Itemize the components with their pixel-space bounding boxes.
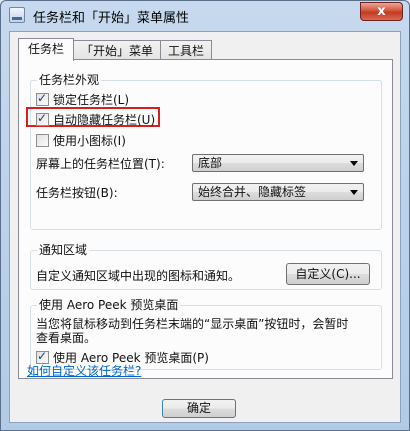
taskbar-tab-panel: 任务栏外观 锁定任务栏(L) 自动隐藏任务栏(U) 使用小图标(I) 屏幕上的任… bbox=[18, 59, 393, 379]
customize-button[interactable]: 自定义(C)... bbox=[286, 263, 370, 285]
title-bar[interactable]: 任务栏和「开始」菜单属性 x bbox=[1, 1, 409, 29]
ok-button[interactable]: 确定 bbox=[162, 399, 236, 418]
close-button[interactable]: x bbox=[360, 2, 403, 21]
tab-toolbars[interactable]: 工具栏 bbox=[160, 40, 213, 60]
taskbar-buttons-value: 始终合并、隐藏标签 bbox=[198, 185, 307, 199]
taskbar-buttons-dropdown[interactable]: 始终合并、隐藏标签 bbox=[192, 183, 364, 201]
notification-area-label: 通知区域 bbox=[37, 243, 90, 257]
lock-taskbar-option[interactable]: 锁定任务栏(L) bbox=[36, 91, 129, 108]
taskbar-location-value: 底部 bbox=[198, 156, 223, 170]
tab-start-menu[interactable]: 「开始」菜单 bbox=[73, 40, 162, 60]
taskbar-app-icon bbox=[9, 7, 25, 23]
taskbar-location-label: 屏幕上的任务栏位置(T): bbox=[36, 157, 165, 171]
auto-hide-checkbox[interactable] bbox=[36, 111, 49, 126]
window-title: 任务栏和「开始」菜单属性 bbox=[33, 11, 190, 26]
taskbar-location-dropdown[interactable]: 底部 bbox=[192, 154, 364, 172]
lock-taskbar-label: 锁定任务栏(L) bbox=[53, 93, 130, 107]
taskbar-properties-window: 任务栏和「开始」菜单属性 x 任务栏 「开始」菜单 工具栏 任务栏外观 锁定任务… bbox=[0, 0, 410, 431]
dialog-client-area: 任务栏 「开始」菜单 工具栏 任务栏外观 锁定任务栏(L) 自动隐藏任务栏(U) bbox=[9, 31, 401, 423]
auto-hide-label: 自动隐藏任务栏(U) bbox=[53, 113, 156, 127]
tab-taskbar[interactable]: 任务栏 bbox=[18, 38, 75, 61]
small-icons-option[interactable]: 使用小图标(I) bbox=[36, 132, 126, 149]
small-icons-checkbox[interactable] bbox=[36, 134, 49, 147]
small-icons-label: 使用小图标(I) bbox=[53, 134, 126, 148]
chevron-down-icon bbox=[350, 190, 358, 195]
notification-area-group: 通知区域 自定义通知区域中出现的图标和通知。 自定义(C)... bbox=[30, 243, 382, 290]
notification-area-description: 自定义通知区域中出现的图标和通知。 bbox=[36, 269, 241, 283]
lock-taskbar-checkbox[interactable] bbox=[36, 91, 49, 106]
auto-hide-option[interactable]: 自动隐藏任务栏(U) bbox=[36, 111, 155, 128]
aero-peek-description-line2: 查看桌面。 bbox=[36, 331, 97, 345]
taskbar-appearance-group: 任务栏外观 锁定任务栏(L) 自动隐藏任务栏(U) 使用小图标(I) 屏幕上的任… bbox=[26, 73, 382, 230]
chevron-down-icon bbox=[350, 161, 358, 166]
tab-strip: 任务栏 「开始」菜单 工具栏 bbox=[18, 38, 213, 61]
taskbar-buttons-label: 任务栏按钮(B): bbox=[36, 186, 118, 200]
customize-taskbar-help-link[interactable]: 如何自定义该任务栏? bbox=[27, 362, 141, 379]
aero-peek-label: 使用 Aero Peek 预览桌面 bbox=[37, 298, 181, 312]
aero-peek-group: 使用 Aero Peek 预览桌面 当您将鼠标移动到任务栏末端的“显示桌面”按钮… bbox=[30, 298, 382, 370]
taskbar-appearance-label: 任务栏外观 bbox=[37, 73, 102, 87]
